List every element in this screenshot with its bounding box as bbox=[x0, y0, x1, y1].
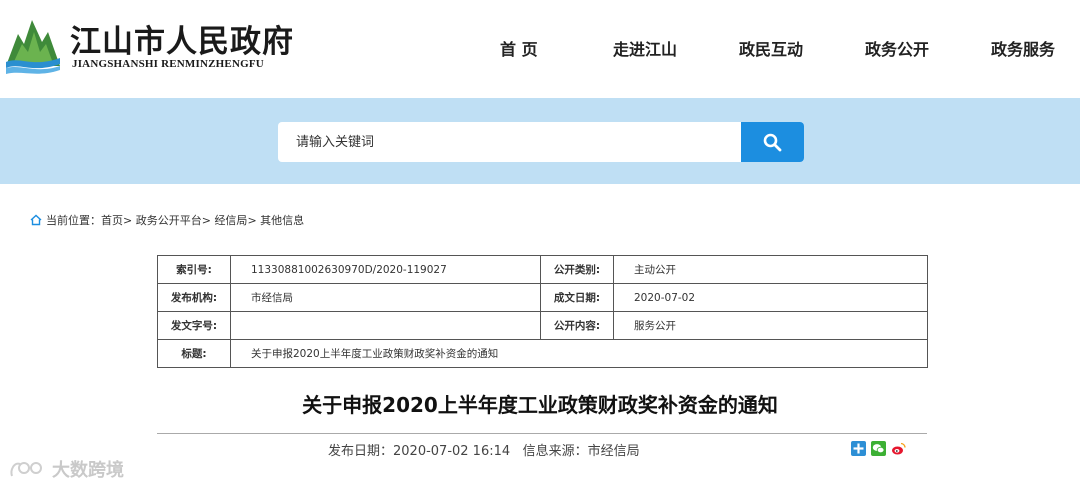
share-plus-icon[interactable] bbox=[851, 441, 866, 456]
search-input[interactable] bbox=[278, 122, 740, 162]
table-row: 索引号: 11330881002630970D/2020-119027 公开类别… bbox=[157, 255, 928, 284]
breadcrumb-prefix: 当前位置： bbox=[46, 214, 101, 227]
search-button[interactable] bbox=[741, 122, 804, 162]
index-value: 11330881002630970D/2020-119027 bbox=[230, 255, 541, 284]
divider bbox=[157, 433, 927, 434]
category-value: 主动公开 bbox=[613, 255, 928, 284]
content-value: 服务公开 bbox=[613, 311, 928, 340]
search-icon bbox=[763, 133, 782, 152]
table-row: 发文字号: 公开内容: 服务公开 bbox=[157, 311, 928, 340]
org-label: 发布机构: bbox=[157, 283, 231, 312]
search-band bbox=[0, 98, 1080, 184]
article-title: 关于申报2020上半年度工业政策财政奖补资金的通知 bbox=[302, 393, 778, 417]
title-label: 标题: bbox=[157, 339, 231, 368]
breadcrumb: 当前位置：首页> 政务公开平台> 经信局> 其他信息 bbox=[30, 212, 304, 228]
article-meta: 发布日期：2020-07-02 16:14 信息来源：市经信局 bbox=[328, 440, 640, 459]
docno-value bbox=[230, 311, 541, 340]
table-row: 发布机构: 市经信局 成文日期: 2020-07-02 bbox=[157, 283, 928, 312]
org-value: 市经信局 bbox=[230, 283, 541, 312]
info-source: 信息来源：市经信局 bbox=[522, 444, 640, 459]
breadcrumb-separator: > bbox=[247, 214, 257, 227]
nav-gov-disclosure[interactable]: 政务公开 bbox=[865, 36, 929, 60]
breadcrumb-separator: > bbox=[201, 214, 211, 227]
site-name[interactable]: 江山市人民政府 bbox=[70, 16, 294, 61]
content-label: 公开内容: bbox=[540, 311, 614, 340]
date-value: 2020-07-02 bbox=[613, 283, 928, 312]
docno-label: 发文字号: bbox=[157, 311, 231, 340]
home-icon bbox=[30, 214, 42, 226]
mountain-river-logo[interactable] bbox=[2, 14, 64, 76]
index-label: 索引号: bbox=[157, 255, 231, 284]
site-name-en: JIANGSHANSHI RENMINZHENGFU bbox=[72, 58, 264, 70]
table-row: 标题: 关于申报2020上半年度工业政策财政奖补资金的通知 bbox=[157, 339, 928, 368]
date-label: 成文日期: bbox=[540, 283, 614, 312]
nav-about-jiangshan[interactable]: 走进江山 bbox=[613, 36, 677, 60]
breadcrumb-other-info[interactable]: 其他信息 bbox=[260, 212, 304, 228]
nav-interaction[interactable]: 政民互动 bbox=[739, 36, 803, 60]
title-value: 关于申报2020上半年度工业政策财政奖补资金的通知 bbox=[230, 339, 928, 368]
breadcrumb-gov-platform[interactable]: 政务公开平台 bbox=[136, 212, 202, 228]
watermark: 大数跨境 bbox=[8, 456, 124, 482]
breadcrumb-separator: > bbox=[123, 214, 133, 227]
search-box bbox=[278, 122, 804, 162]
nav-gov-service[interactable]: 政务服务 bbox=[991, 36, 1055, 60]
watermark-text: 大数跨境 bbox=[52, 460, 124, 481]
category-label: 公开类别: bbox=[540, 255, 614, 284]
info-table: 索引号: 11330881002630970D/2020-119027 公开类别… bbox=[157, 255, 928, 368]
breadcrumb-home[interactable]: 首页 bbox=[101, 212, 123, 228]
site-header: 江山市人民政府 JIANGSHANSHI RENMINZHENGFU 首 页 走… bbox=[0, 0, 1080, 98]
breadcrumb-bureau[interactable]: 经信局 bbox=[214, 212, 247, 228]
publish-date: 发布日期：2020-07-02 16:14 bbox=[328, 444, 511, 459]
nav-home[interactable]: 首 页 bbox=[500, 36, 538, 60]
wechat-icon[interactable] bbox=[871, 441, 886, 456]
weibo-icon[interactable] bbox=[891, 441, 906, 456]
watermark-logo-icon bbox=[10, 462, 42, 477]
